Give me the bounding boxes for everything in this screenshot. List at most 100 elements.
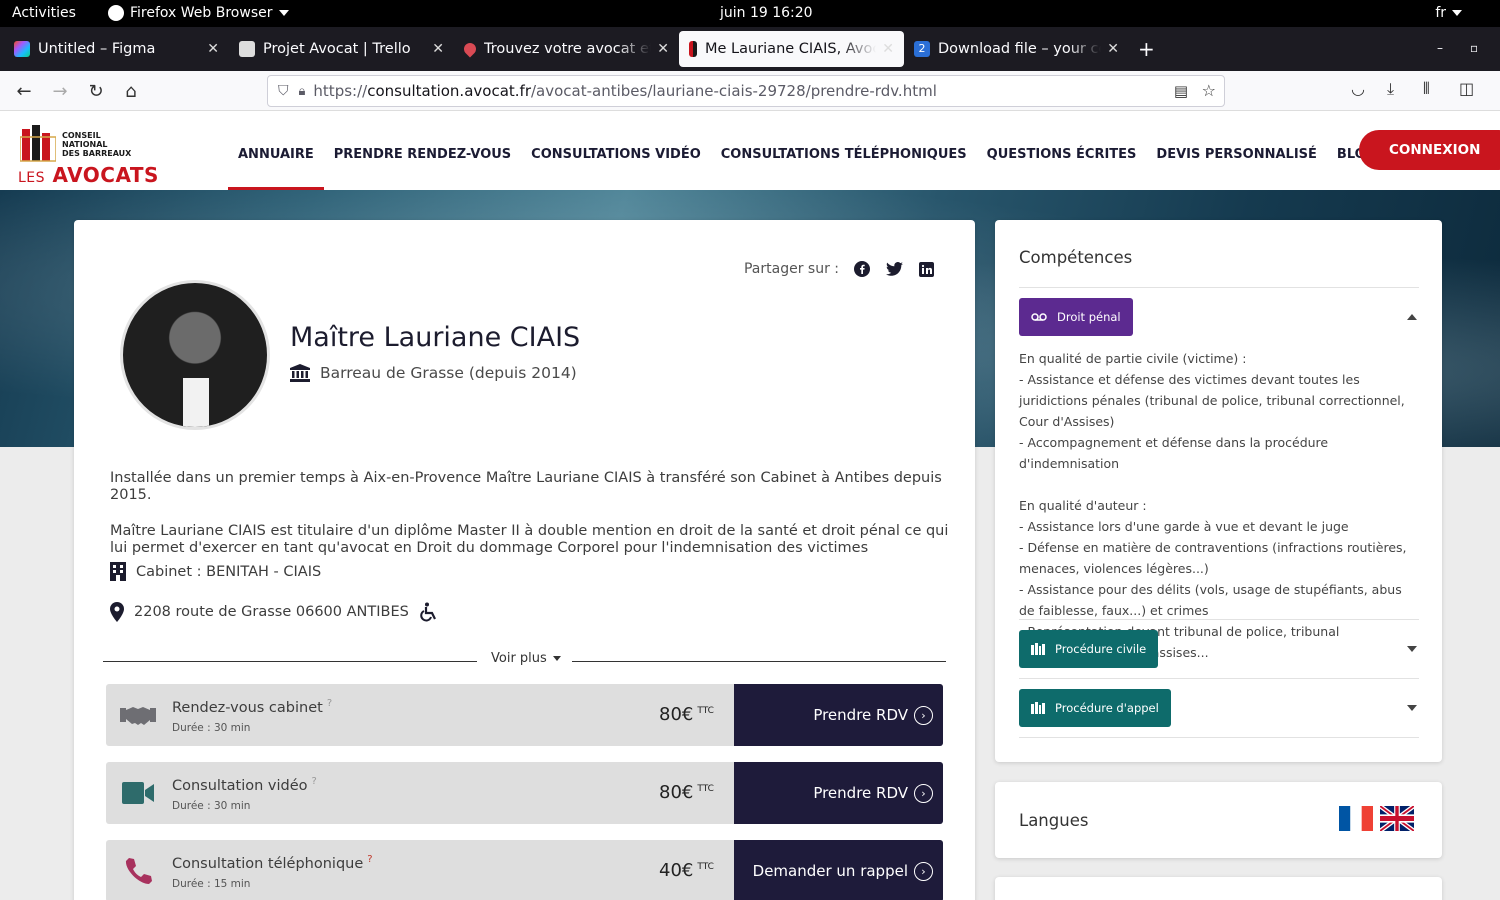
address-bar[interactable]: ⛉ 🔒︎ https://consultation.avocat.fr/avoc…	[267, 75, 1225, 107]
home-button[interactable]: ⌂	[119, 79, 143, 103]
input-language-menu[interactable]: fr	[1435, 5, 1462, 21]
book-appointment-button[interactable]: Prendre RDV ›	[734, 762, 943, 824]
help-icon[interactable]: ?	[312, 776, 317, 787]
competence-droit-penal[interactable]: Droit pénal	[1019, 298, 1133, 336]
book-appointment-button[interactable]: Prendre RDV ›	[734, 684, 943, 746]
nav-consultations-telephoniques[interactable]: CONSULTATIONS TÉLÉPHONIQUES	[711, 111, 977, 190]
tab-title: Trouvez votre avocat et c	[484, 41, 652, 57]
activities-button[interactable]: Activities	[12, 5, 76, 21]
library-icon[interactable]: ⫴	[1423, 79, 1430, 99]
new-tab-button[interactable]: +	[1138, 37, 1155, 61]
downloads-icon[interactable]: ⤓	[1387, 79, 1394, 99]
browser-tab[interactable]: Projet Avocat | Trello ✕	[229, 31, 454, 67]
divider	[1019, 678, 1419, 679]
browser-tab[interactable]: Trouvez votre avocat et c ✕	[454, 31, 679, 67]
divider	[1019, 619, 1419, 620]
login-button[interactable]: CONNEXION	[1359, 130, 1500, 170]
request-callback-button[interactable]: Demander un rappel ›	[734, 840, 943, 900]
bio-paragraph: Maître Lauriane CIAIS est titulaire d'un…	[110, 523, 949, 556]
phone-icon	[120, 856, 156, 886]
help-icon[interactable]: ?	[367, 854, 372, 865]
browser-tab-active[interactable]: Me Lauriane CIAIS, Avoca ✕	[679, 31, 904, 67]
chevron-down-icon	[1452, 10, 1462, 16]
url-host: consultation.avocat.fr	[367, 82, 531, 100]
main-navigation: ANNUAIRE PRENDRE RENDEZ-VOUS CONSULTATIO…	[228, 111, 1500, 190]
cta-label: Prendre RDV	[813, 706, 908, 724]
reader-view-icon[interactable]: ▤	[1174, 82, 1188, 100]
service-name: Consultation vidéo?	[172, 776, 317, 794]
service-duration: Durée : 30 min	[172, 800, 251, 812]
detail-line: En qualité d'auteur :	[1019, 498, 1147, 513]
logo-les: LES	[18, 170, 46, 186]
sidebar-icon[interactable]: ◫	[1459, 79, 1474, 98]
nav-prendre-rendez-vous[interactable]: PRENDRE RENDEZ-VOUS	[324, 111, 521, 190]
nav-consultations-video[interactable]: CONSULTATIONS VIDÉO	[521, 111, 711, 190]
arrow-right-circle-icon: ›	[914, 861, 933, 881]
shield-icon[interactable]: ⛉	[278, 83, 289, 99]
maximize-button[interactable]: ▫	[1470, 41, 1478, 55]
chevron-down-icon	[278, 10, 289, 16]
close-icon[interactable]: ✕	[432, 41, 444, 57]
detail-line: En qualité de partie civile (victime) :	[1019, 351, 1247, 366]
service-office-appointment: Rendez-vous cabinet? Durée : 30 min 80€ T…	[106, 684, 943, 746]
close-icon[interactable]: ✕	[657, 41, 669, 57]
facebook-icon[interactable]	[853, 260, 871, 278]
bar-association-label: Barreau de Grasse (depuis 2014)	[320, 364, 577, 382]
cta-label: Demander un rappel	[752, 862, 908, 880]
books-icon	[1031, 643, 1045, 655]
chevron-down-icon[interactable]	[1407, 646, 1417, 652]
map-pin-icon	[461, 40, 479, 58]
system-clock[interactable]: juin 19 16:20	[720, 5, 813, 21]
share-label: Partager sur :	[743, 261, 839, 277]
forward-button[interactable]: →	[48, 79, 72, 103]
detail-line: - Assistance pour des délits (vols, usag…	[1019, 582, 1402, 618]
cabinet-label: Cabinet : BENITAH - CIAIS	[136, 563, 322, 580]
lock-icon[interactable]: 🔒︎	[299, 84, 306, 99]
cnb-logo[interactable]: CONSEIL NATIONAL DES BARREAUX LES AVOCAT…	[18, 119, 158, 187]
bio-paragraph: Installée dans un premier temps à Aix-en…	[110, 470, 942, 503]
close-icon[interactable]: ✕	[882, 41, 894, 57]
app-menu[interactable]: Firefox Web Browser	[108, 5, 289, 21]
logo-avocats: AVOCATS	[52, 163, 159, 187]
handshake-icon	[120, 700, 156, 730]
competence-label: Procédure civile	[1055, 642, 1147, 656]
minimize-button[interactable]: –	[1437, 41, 1443, 55]
see-more-toggle[interactable]: Voir plus	[103, 650, 946, 668]
browser-tab[interactable]: 2 Download file – your con ✕	[904, 31, 1129, 67]
map-marker-icon	[110, 602, 124, 622]
help-icon[interactable]: ?	[327, 698, 332, 709]
nav-annuaire[interactable]: ANNUAIRE	[228, 111, 324, 190]
competence-procedure-civile[interactable]: Procédure civile	[1019, 630, 1159, 668]
nav-questions-ecrites[interactable]: QUESTIONS ÉCRITES	[977, 111, 1147, 190]
close-icon[interactable]: ✕	[1107, 41, 1119, 57]
detail-line: - Accompagnement et défense dans la proc…	[1019, 435, 1329, 471]
browser-tab[interactable]: Untitled – Figma ✕	[4, 31, 229, 67]
see-more-label[interactable]: Voir plus	[491, 651, 561, 666]
trello-icon	[239, 41, 255, 57]
figma-icon	[14, 41, 30, 57]
competence-procedure-appel[interactable]: Procédure d'appel	[1019, 689, 1171, 727]
video-camera-icon	[120, 778, 156, 808]
pocket-icon[interactable]: ◡	[1351, 79, 1365, 98]
competences-title: Compétences	[1019, 248, 1133, 267]
france-flag-icon	[1339, 806, 1373, 831]
price-value: 80€	[659, 704, 694, 725]
reload-button[interactable]: ↻	[84, 79, 108, 103]
chevron-down-icon[interactable]	[1407, 705, 1417, 711]
input-language-label: fr	[1435, 5, 1446, 21]
back-button[interactable]: ←	[12, 79, 36, 103]
detail-spacer	[1019, 474, 1419, 495]
close-icon[interactable]: ✕	[207, 41, 219, 57]
logo-wordmark: LES AVOCATS	[18, 163, 159, 187]
detail-line: - Assistance lors d'une garde à vue et d…	[1019, 519, 1349, 534]
lawyer-profile-card: Partager sur : Maître Lauriane CIAIS Bar…	[74, 220, 975, 900]
linkedin-icon[interactable]	[917, 260, 935, 278]
nav-devis-personnalise[interactable]: DEVIS PERSONNALISÉ	[1146, 111, 1326, 190]
books-icon	[1031, 702, 1045, 714]
service-price: 40€ TTC	[659, 860, 714, 881]
bookmark-star-icon[interactable]: ☆	[1202, 81, 1216, 100]
chevron-up-icon[interactable]	[1407, 314, 1417, 320]
twitter-icon[interactable]	[885, 260, 903, 278]
avocats-icon	[689, 41, 697, 57]
lawyer-name: Maître Lauriane CIAIS	[290, 322, 581, 353]
